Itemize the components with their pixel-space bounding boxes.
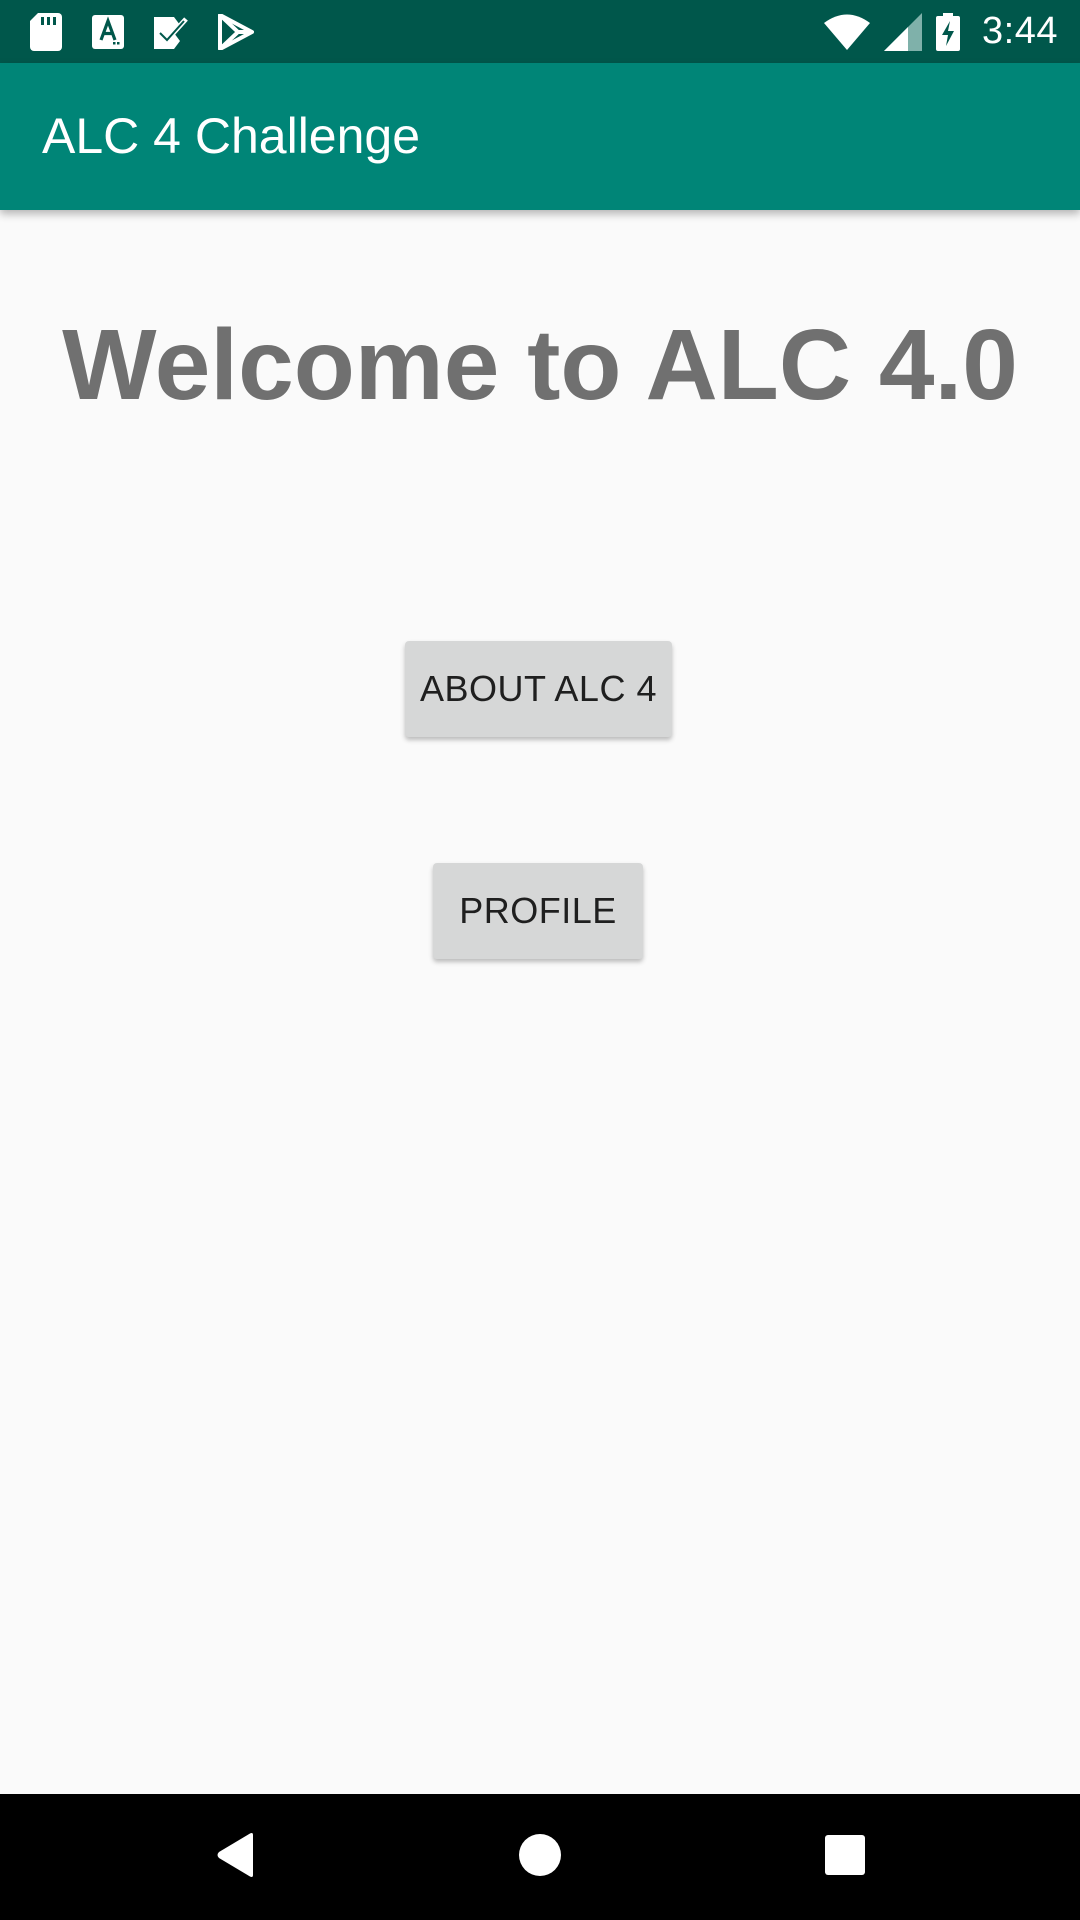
battery-charging-icon	[936, 12, 961, 51]
recents-button[interactable]	[755, 1794, 935, 1920]
back-icon	[215, 1832, 255, 1883]
welcome-heading: Welcome to ALC 4.0	[62, 309, 1018, 421]
system-icons: 3:44	[824, 0, 1058, 63]
status-bar: 3:44	[0, 0, 1080, 63]
main-content: Welcome to ALC 4.0 ABOUT ALC 4 PROFILE	[0, 210, 1080, 1794]
about-alc-button[interactable]: ABOUT ALC 4	[405, 641, 672, 737]
status-time: 3:44	[982, 10, 1058, 52]
app-title: ALC 4 Challenge	[42, 108, 421, 164]
home-button[interactable]	[450, 1794, 630, 1920]
profile-button[interactable]: PROFILE	[433, 863, 643, 959]
task-check-icon	[154, 15, 188, 49]
app-bar: ALC 4 Challenge	[0, 63, 1080, 210]
play-store-icon	[218, 13, 254, 50]
notification-icons	[30, 12, 254, 51]
cellular-signal-icon	[884, 12, 923, 51]
font-download-icon	[92, 14, 124, 49]
navigation-bar	[0, 1794, 1080, 1920]
back-button[interactable]	[145, 1794, 325, 1920]
wifi-icon	[824, 14, 871, 50]
recents-icon	[825, 1834, 865, 1880]
sd-card-icon	[30, 12, 62, 51]
home-icon	[518, 1833, 562, 1882]
